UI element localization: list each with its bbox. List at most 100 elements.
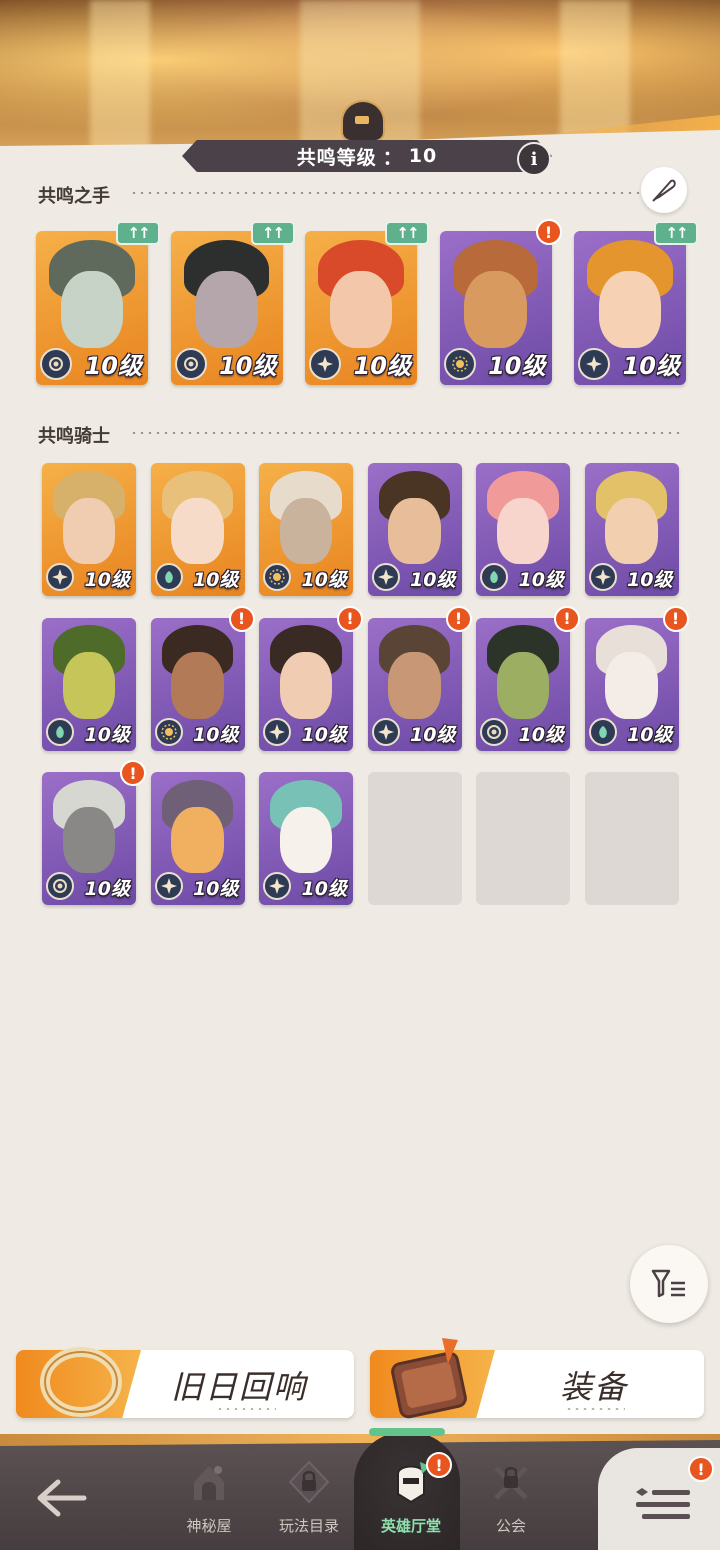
hero-card-frame: 10级 [42,463,136,596]
section-title-knights-text: 共鸣骑士 [38,426,110,447]
hero-level-label: 10级 [301,569,347,591]
hero-card[interactable]: 10级 [584,463,679,596]
hero-card[interactable]: 10级 [42,617,136,751]
nav-item-locked-catalog[interactable]: 玩法目录 [264,1452,354,1542]
hero-portrait-face [496,497,550,565]
leaf-icon [154,563,183,591]
hero-card[interactable]: 10级 ↑↑ [305,221,429,385]
hero-card-frame: 10级 [367,617,462,751]
sun-icon [269,569,285,585]
star-icon [269,878,285,894]
hero-card-frame: 10级 [42,617,136,751]
nav-item-guild[interactable]: 公会 [466,1452,556,1542]
section-title-hands: 共鸣之手 [38,182,670,208]
hero-level-label: 10级 [301,723,347,746]
old-echoes-button[interactable]: 旧日回响 [16,1347,354,1418]
old-echoes-label: 旧日回响 [171,1368,308,1406]
hero-card-frame: 10级 [574,231,686,385]
hero-level-label: 10级 [84,878,130,900]
equipment-button[interactable]: 装备 [370,1338,704,1419]
filter-button[interactable] [630,1245,708,1323]
hero-card[interactable]: 10级! [259,605,363,751]
upgrade-arrows-icon: ↑↑ [654,221,698,245]
sun-icon [160,723,177,740]
hero-card[interactable]: 10级 [259,463,353,596]
hero-portrait-face [195,271,258,349]
star-icon [309,348,341,380]
upgrade-arrows-icon: ↑↑ [250,221,295,245]
resonance-level-separator: ： [382,146,403,169]
upgrade-arrows-icon: ↑↑ [385,221,429,245]
alert-badge-icon: ! [554,605,580,632]
star-icon [263,717,291,746]
info-button[interactable]: i [517,142,551,176]
hero-level-label: 10级 [84,352,142,380]
hero-card[interactable]: 10级 [42,463,136,596]
hero-card[interactable]: 10级! [584,605,689,751]
back-arrow-icon[interactable] [36,1478,88,1518]
hero-level-label: 10级 [410,569,456,591]
star-icon [586,356,602,372]
alert-badge-icon: ! [120,760,146,786]
equipment-label: 装备 [560,1368,629,1406]
hero-card[interactable]: 10级! [439,219,562,385]
nav-item-hero-hall[interactable]: 英雄厅堂! [366,1452,456,1542]
eye-icon [174,348,207,380]
empty-hero-slot [476,772,570,905]
feather-icon [652,179,676,202]
hero-card-frame: 10级 [259,463,353,596]
eye-icon [46,872,74,900]
hero-card[interactable]: 10级 ↑↑ [574,221,698,385]
hero-card[interactable]: 10级 ↑↑ [36,221,160,385]
hero-level-label: 10级 [193,569,239,591]
hero-card[interactable]: 10级 [150,463,245,596]
button-dots [216,1408,276,1410]
hero-portrait-face [605,652,658,719]
nav-alert-badge: ! [426,1452,452,1478]
button-dots [565,1408,625,1410]
hero-portrait-face [279,652,333,719]
hero-card-frame: 10级 [476,463,570,596]
hero-card-frame: 10级 [150,772,245,905]
helmet-emblem-icon [341,100,385,142]
eye-icon [49,357,63,371]
empty-slot-frame [476,772,570,905]
hero-card-frame: 10级 [305,231,417,385]
hero-card[interactable]: 10级 [476,463,570,596]
hero-portrait-face [62,806,116,874]
sun-icon [443,348,476,380]
nav-item-mystery-house[interactable]: 神秘屋 [164,1452,254,1542]
hero-card-frame: 10级 [584,617,679,751]
hero-portrait-face [605,497,658,565]
hero-level-label: 10级 [84,723,130,746]
upgrade-arrows-icon: ↑↑ [116,221,160,245]
menu-button[interactable]: ! [598,1448,720,1550]
hero-card[interactable]: 10级! [367,605,472,751]
hero-portrait-face [598,271,662,349]
hero-card-frame: 10级 [170,231,283,385]
hero-card[interactable]: 10级 ↑↑ [170,221,295,385]
leaf-icon [164,571,173,583]
star-icon [578,348,610,380]
nav-label: 玩法目录 [278,1517,339,1535]
hero-card[interactable]: 10级 [367,463,462,596]
star-icon [154,872,183,900]
hero-card[interactable]: 10级! [42,760,146,905]
star-icon [160,878,177,894]
hero-portrait-face [279,806,333,874]
leaf-icon [56,725,64,738]
hero-card[interactable]: 10级 [259,772,353,905]
feather-edit-button[interactable] [641,167,687,213]
hero-level-label: 10级 [301,878,347,900]
hero-level-label: 10级 [622,352,680,380]
hero-card[interactable]: 10级 [150,772,245,905]
hero-portrait-face [388,497,441,565]
hero-portrait-face [171,806,224,874]
menu-list-icon [636,1488,690,1519]
hero-card[interactable]: 10级! [150,605,255,751]
star-icon [263,872,291,900]
hero-card-frame: 10级 [36,231,148,385]
eye-icon [480,717,508,746]
filter-icon [651,1269,685,1298]
hero-card[interactable]: 10级! [476,605,580,751]
